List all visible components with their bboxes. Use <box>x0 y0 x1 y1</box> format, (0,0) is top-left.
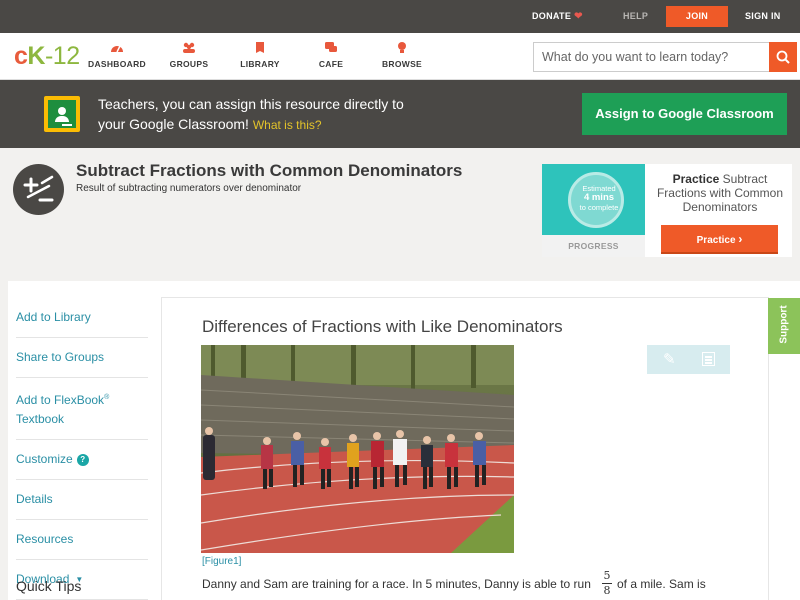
practice-button[interactable]: Practice › <box>661 225 778 254</box>
classroom-message: Teachers, you can assign this resource d… <box>98 96 404 132</box>
dashboard-icon <box>111 45 123 53</box>
assign-to-google-classroom-button[interactable]: Assign to Google Classroom <box>582 93 787 135</box>
main-nav: cK-12 DASHBOARD GROUPS LIBRARY CAFE BROW… <box>0 33 800 80</box>
groups-icon <box>183 42 195 53</box>
help-icon[interactable]: ? <box>76 454 89 466</box>
add-to-flexbook-link[interactable]: Add to FlexBook® Textbook <box>16 378 148 440</box>
search-input[interactable] <box>533 42 770 72</box>
practice-card: Estimated 4 mins to complete PROGRESS Pr… <box>542 164 792 257</box>
top-bar: DONATE ❤ HELP JOIN SIGN IN <box>0 0 800 33</box>
sidebar: Add to Library Share to Groups Add to Fl… <box>8 281 151 600</box>
race-track-figure <box>201 345 514 553</box>
add-to-library-link[interactable]: Add to Library <box>16 298 148 338</box>
google-classroom-icon <box>44 96 80 132</box>
nav-browse[interactable]: BROWSE <box>362 41 442 69</box>
arithmetic-concept-icon <box>13 164 64 215</box>
browse-icon <box>398 42 406 53</box>
search-icon <box>776 50 790 64</box>
share-to-groups-link[interactable]: Share to Groups <box>16 338 148 378</box>
figure-caption[interactable]: [Figure1] <box>202 556 241 567</box>
nav-dashboard[interactable]: DASHBOARD <box>77 41 157 69</box>
fraction: 58 <box>602 569 612 597</box>
ck12-logo[interactable]: cK-12 <box>14 42 80 70</box>
search-button[interactable] <box>769 42 797 72</box>
annotation-tools: ✎ <box>647 345 730 374</box>
nav-library[interactable]: LIBRARY <box>220 41 300 69</box>
practice-description: Practice Subtract Fractions with Common … <box>656 172 784 214</box>
customize-link[interactable]: Customize? <box>16 440 148 480</box>
cafe-icon <box>325 42 337 52</box>
chevron-right-icon: › <box>738 232 743 246</box>
quick-tips-heading: Quick Tips <box>16 578 82 594</box>
sign-in-link[interactable]: SIGN IN <box>745 0 781 33</box>
what-is-this-link[interactable]: What is this? <box>253 118 322 132</box>
pencil-icon[interactable]: ✎ <box>663 350 676 368</box>
heart-icon: ❤ <box>574 11 583 22</box>
nav-cafe[interactable]: CAFE <box>291 41 371 69</box>
article-paragraph: Danny and Sam are training for a race. I… <box>202 577 591 591</box>
resources-link[interactable]: Resources <box>16 520 148 560</box>
nav-groups[interactable]: GROUPS <box>149 41 229 69</box>
progress-label: PROGRESS <box>568 241 619 251</box>
join-button[interactable]: JOIN <box>666 6 728 27</box>
page-title: Subtract Fractions with Common Denominat… <box>76 161 463 180</box>
support-tab[interactable]: Support <box>768 298 800 354</box>
page-subtitle: Result of subtracting numerators over de… <box>76 183 302 194</box>
notes-icon[interactable] <box>702 352 715 366</box>
article-paragraph-cont: of a mile. Sam is <box>617 577 706 591</box>
progress-panel: Estimated 4 mins to complete PROGRESS <box>542 164 645 257</box>
article-title: Differences of Fractions with Like Denom… <box>202 317 563 336</box>
details-link[interactable]: Details <box>16 480 148 520</box>
donate-link[interactable]: DONATE ❤ <box>532 0 583 33</box>
library-icon <box>256 42 264 53</box>
help-link[interactable]: HELP <box>623 0 648 33</box>
